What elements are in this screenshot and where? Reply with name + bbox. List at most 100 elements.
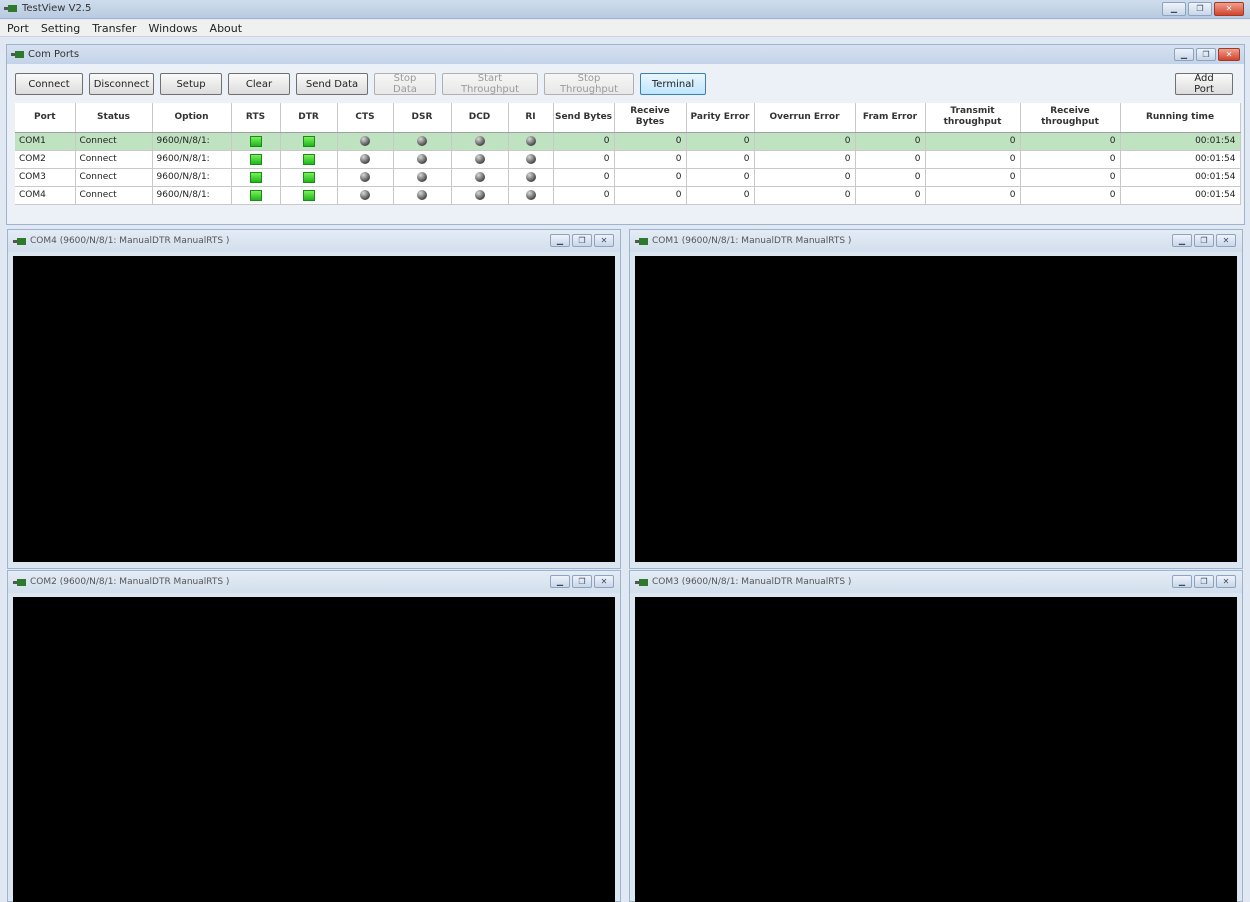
maximize-icon[interactable]: ❐	[1188, 2, 1212, 16]
clear-button[interactable]: Clear	[228, 73, 290, 95]
menu-windows[interactable]: Windows	[148, 22, 197, 35]
dtr-led-icon[interactable]	[302, 153, 315, 165]
minimize-icon[interactable]: ▁	[1174, 48, 1194, 61]
cell-dtr[interactable]	[280, 150, 338, 169]
menu-transfer[interactable]: Transfer	[92, 22, 136, 35]
maximize-icon[interactable]: ❐	[1196, 48, 1216, 61]
close-icon[interactable]: ✕	[1218, 48, 1240, 61]
setup-button[interactable]: Setup	[160, 73, 222, 95]
dtr-led-icon[interactable]	[302, 135, 315, 147]
close-icon[interactable]: ✕	[1216, 234, 1236, 247]
column-header[interactable]: DCD	[451, 103, 509, 133]
column-header[interactable]: Transmit throughput	[925, 103, 1021, 133]
dcd-indicator-icon	[474, 189, 485, 200]
cell-receive-throughput: 0	[1020, 186, 1121, 205]
dtr-led-icon[interactable]	[302, 171, 315, 183]
maximize-icon[interactable]: ❐	[1194, 234, 1214, 247]
rts-led-icon[interactable]	[249, 153, 262, 165]
terminal-window-controls: ▁ ❐ ✕	[550, 575, 614, 588]
dtr-led-icon[interactable]	[302, 189, 315, 201]
cell-parity-error: 0	[686, 132, 755, 151]
connect-button[interactable]: Connect	[15, 73, 83, 95]
close-icon[interactable]: ✕	[1214, 2, 1244, 16]
cell-dsr	[393, 168, 452, 187]
terminal-window-com3: COM3 (9600/N/8/1: ManualDTR ManualRTS ) …	[629, 570, 1243, 902]
terminal-screen[interactable]	[13, 597, 615, 902]
stop-throughput-button[interactable]: Stop Throughput	[544, 73, 634, 95]
ri-indicator-icon	[525, 189, 536, 200]
cts-indicator-icon	[360, 171, 370, 182]
close-icon[interactable]: ✕	[594, 234, 614, 247]
close-icon[interactable]: ✕	[1216, 575, 1236, 588]
cell-dcd	[451, 168, 509, 187]
column-header[interactable]: Receive throughput	[1020, 103, 1121, 133]
column-header[interactable]: Option	[152, 103, 232, 133]
terminal-screen[interactable]	[635, 256, 1237, 562]
cell-dtr[interactable]	[280, 168, 338, 187]
dsr-indicator-icon	[417, 153, 427, 164]
column-header[interactable]: Port	[15, 103, 76, 133]
start-throughput-button[interactable]: Start Throughput	[442, 73, 538, 95]
cell-rts[interactable]	[231, 186, 281, 205]
disconnect-button[interactable]: Disconnect	[89, 73, 154, 95]
cell-cts	[337, 150, 394, 169]
terminal-screen[interactable]	[635, 597, 1237, 902]
column-header[interactable]: Parity Error	[686, 103, 755, 133]
column-header[interactable]: Send Bytes	[553, 103, 615, 133]
cell-status: Connect	[75, 150, 153, 169]
terminal-title: COM3 (9600/N/8/1: ManualDTR ManualRTS )	[652, 577, 852, 587]
cell-rts[interactable]	[231, 132, 281, 151]
maximize-icon[interactable]: ❐	[572, 234, 592, 247]
rts-led-icon[interactable]	[249, 189, 262, 201]
maximize-icon[interactable]: ❐	[1194, 575, 1214, 588]
cell-dtr[interactable]	[280, 186, 338, 205]
table-row[interactable]: COM2 Connect 9600/N/8/1: 0 0 0 0 0 0 0 0…	[15, 150, 1241, 169]
cell-ri	[508, 132, 554, 151]
minimize-icon[interactable]: ▁	[1172, 234, 1192, 247]
table-row[interactable]: COM3 Connect 9600/N/8/1: 0 0 0 0 0 0 0 0…	[15, 168, 1241, 187]
cell-running-time: 00:01:54	[1120, 132, 1241, 151]
cell-dcd	[451, 186, 509, 205]
column-header[interactable]: Status	[75, 103, 153, 133]
column-header[interactable]: DTR	[280, 103, 338, 133]
minimize-icon[interactable]: ▁	[1162, 2, 1186, 16]
column-header[interactable]: DSR	[393, 103, 452, 133]
menu-about[interactable]: About	[210, 22, 243, 35]
cell-rts[interactable]	[231, 150, 281, 169]
com-ports-titlebar: Com Ports ▁ ❐ ✕	[7, 45, 1244, 64]
column-header[interactable]: RTS	[231, 103, 281, 133]
app-title: TestView V2.5	[22, 3, 92, 14]
menu-setting[interactable]: Setting	[41, 22, 80, 35]
send-data-button[interactable]: Send Data	[296, 73, 368, 95]
column-header[interactable]: CTS	[337, 103, 394, 133]
minimize-icon[interactable]: ▁	[1172, 575, 1192, 588]
stop-data-button[interactable]: Stop Data	[374, 73, 436, 95]
menu-port[interactable]: Port	[7, 22, 29, 35]
maximize-icon[interactable]: ❐	[572, 575, 592, 588]
terminal-screen[interactable]	[13, 256, 615, 562]
terminal-titlebar: COM2 (9600/N/8/1: ManualDTR ManualRTS ) …	[8, 571, 620, 593]
column-header[interactable]: Running time	[1120, 103, 1241, 133]
cell-transmit-throughput: 0	[925, 186, 1021, 205]
close-icon[interactable]: ✕	[594, 575, 614, 588]
column-header[interactable]: RI	[508, 103, 554, 133]
cell-overrun-error: 0	[754, 150, 856, 169]
app-window-controls: ▁ ❐ ✕	[1162, 2, 1244, 16]
add-port-button[interactable]: Add Port	[1175, 73, 1233, 95]
terminal-title: COM4 (9600/N/8/1: ManualDTR ManualRTS )	[30, 236, 230, 246]
terminal-titlebar: COM4 (9600/N/8/1: ManualDTR ManualRTS ) …	[8, 230, 620, 252]
column-header[interactable]: Overrun Error	[754, 103, 856, 133]
cts-indicator-icon	[360, 189, 370, 200]
rts-led-icon[interactable]	[249, 171, 262, 183]
column-header[interactable]: Receive Bytes	[614, 103, 687, 133]
terminal-button[interactable]: Terminal	[640, 73, 706, 95]
plug-icon	[13, 579, 26, 586]
table-row[interactable]: COM1 Connect 9600/N/8/1: 0 0 0 0 0 0 0 0…	[15, 132, 1241, 151]
column-header[interactable]: Fram Error	[855, 103, 926, 133]
cell-rts[interactable]	[231, 168, 281, 187]
minimize-icon[interactable]: ▁	[550, 575, 570, 588]
minimize-icon[interactable]: ▁	[550, 234, 570, 247]
rts-led-icon[interactable]	[249, 135, 262, 147]
cell-dtr[interactable]	[280, 132, 338, 151]
table-row[interactable]: COM4 Connect 9600/N/8/1: 0 0 0 0 0 0 0 0…	[15, 186, 1241, 205]
